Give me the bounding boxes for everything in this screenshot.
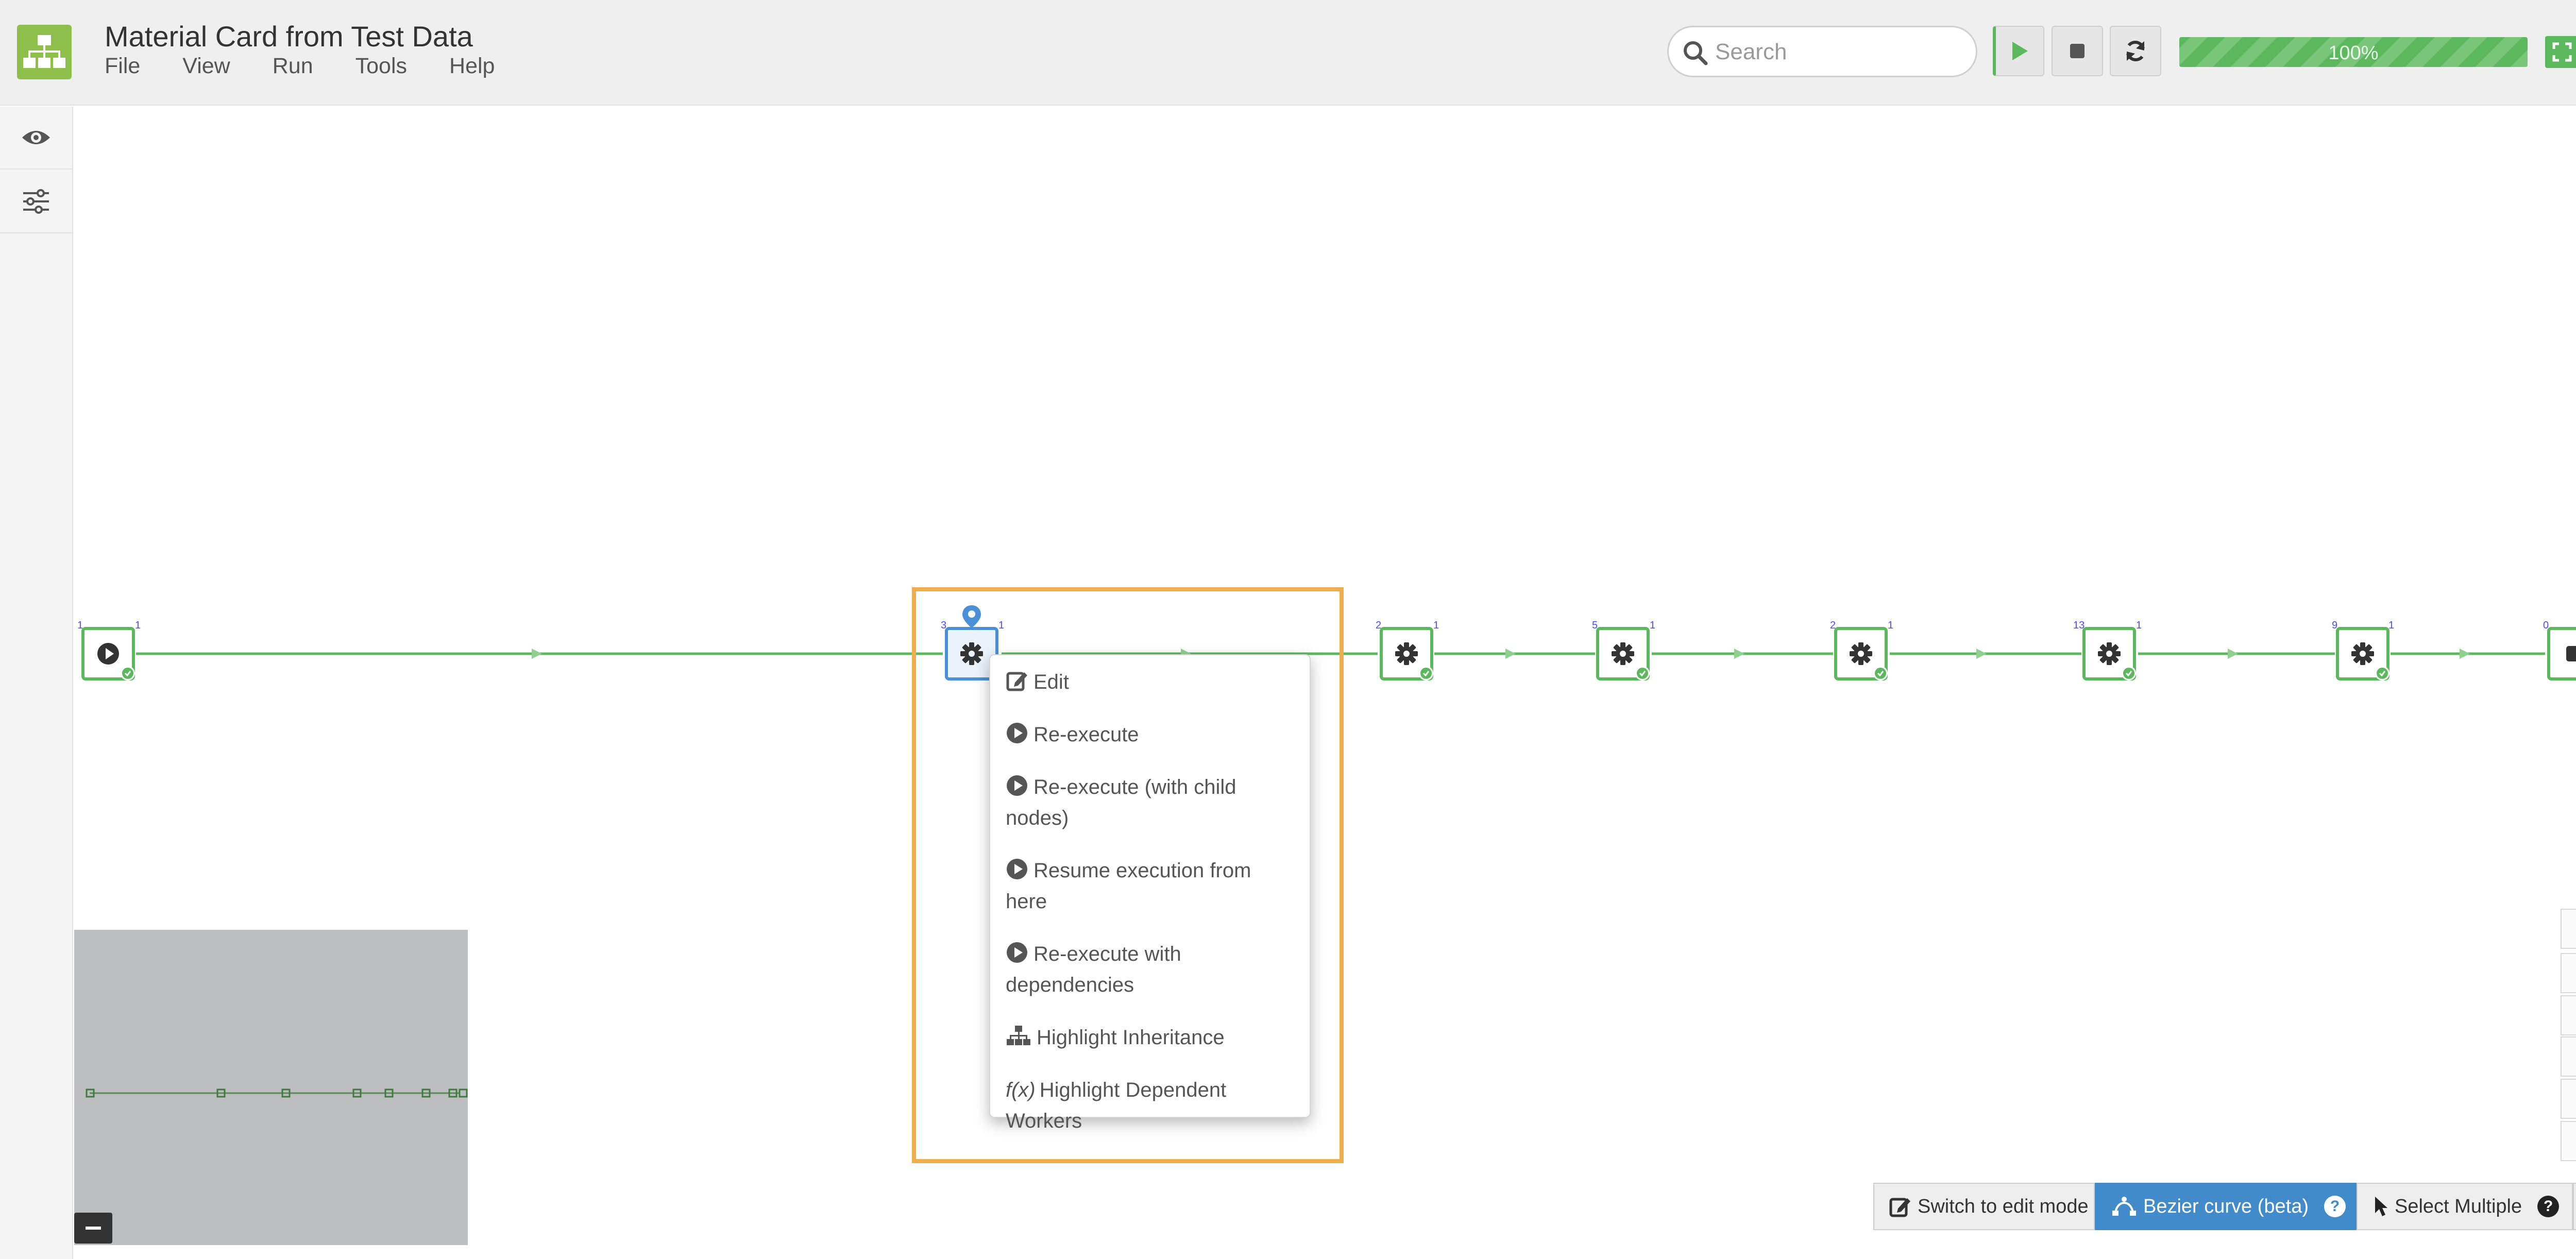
stop-icon bbox=[2566, 646, 2576, 661]
node-input-count: 2 bbox=[1830, 620, 1836, 631]
expand-icon bbox=[2552, 42, 2572, 62]
minus-icon bbox=[86, 1227, 101, 1230]
pin-tool-button[interactable] bbox=[2561, 995, 2576, 1035]
worker-node[interactable] bbox=[1834, 627, 1888, 680]
node-output-count: 1 bbox=[1433, 620, 1439, 631]
node-input-count: 13 bbox=[2073, 620, 2085, 631]
expand-toolbar-button[interactable] bbox=[2573, 1183, 2576, 1230]
menu-help[interactable]: Help bbox=[449, 54, 495, 79]
gear-icon bbox=[2351, 642, 2374, 665]
play-circle-icon bbox=[1007, 859, 1027, 879]
select-multiple-button[interactable]: Select Multiple ? bbox=[2357, 1183, 2573, 1230]
context-menu-highlight-inheritance[interactable]: Highlight Inheritance bbox=[990, 1022, 1310, 1053]
menu-run[interactable]: Run bbox=[273, 54, 313, 79]
gear-icon bbox=[1612, 642, 1634, 665]
app-title: Material Card from Test Data bbox=[105, 20, 473, 53]
settings-toggle-button[interactable] bbox=[0, 171, 72, 233]
minimap-preview bbox=[86, 1088, 468, 1098]
worker-node[interactable] bbox=[2336, 627, 2389, 680]
check-icon bbox=[2122, 666, 2136, 680]
play-circle-icon bbox=[97, 643, 119, 665]
context-menu-re-execute-dependencies[interactable]: Re-execute with dependencies bbox=[990, 939, 1310, 1000]
node-output-count: 1 bbox=[2388, 620, 2395, 631]
play-circle-icon bbox=[1007, 942, 1027, 963]
bezier-curve-toggle[interactable]: Bezier curve (beta) ? bbox=[2095, 1183, 2357, 1230]
check-icon bbox=[1873, 666, 1888, 680]
fx-icon: f(x) bbox=[1006, 1079, 1036, 1101]
refresh-button[interactable] bbox=[2110, 26, 2161, 76]
header-bar: Material Card from Test Data File View R… bbox=[0, 0, 2576, 106]
refresh-icon bbox=[2126, 41, 2145, 61]
keyboard-tool-button[interactable] bbox=[2561, 1079, 2576, 1119]
worker-node[interactable] bbox=[1380, 627, 1433, 680]
progress-label: 100% bbox=[2328, 42, 2379, 64]
run-button[interactable] bbox=[1993, 26, 2044, 76]
app-logo[interactable] bbox=[17, 25, 72, 79]
sitemap-icon bbox=[23, 35, 65, 68]
node-output-count: 1 bbox=[1650, 620, 1656, 631]
left-sidebar bbox=[0, 107, 73, 1259]
view-toggle-button[interactable] bbox=[0, 107, 72, 169]
minimap[interactable] bbox=[74, 930, 468, 1245]
node-input-count: 2 bbox=[1376, 620, 1382, 631]
comment-tool-button[interactable] bbox=[2561, 1121, 2576, 1161]
check-icon bbox=[2375, 666, 2389, 680]
gear-icon bbox=[1850, 642, 1872, 665]
eye-icon bbox=[22, 131, 50, 144]
check-icon bbox=[1419, 666, 1433, 680]
worker-node[interactable] bbox=[2082, 627, 2136, 680]
bezier-curve-icon bbox=[2112, 1197, 2136, 1216]
play-icon bbox=[2012, 42, 2028, 60]
node-input-count: 5 bbox=[1592, 620, 1598, 631]
context-menu-re-execute[interactable]: Re-execute bbox=[990, 719, 1310, 750]
progress-bar: 100% bbox=[2179, 37, 2528, 67]
gear-icon bbox=[2098, 642, 2121, 665]
stop-button[interactable] bbox=[2052, 26, 2103, 76]
play-circle-icon bbox=[1007, 723, 1027, 743]
node-output-count: 1 bbox=[1888, 620, 1894, 631]
end-node[interactable] bbox=[2547, 627, 2576, 680]
fullscreen-button[interactable] bbox=[2545, 36, 2576, 68]
collapse-minimap-button[interactable] bbox=[74, 1213, 112, 1244]
menu-bar: File View Run Tools Help bbox=[105, 54, 537, 79]
node-output-count: 1 bbox=[2136, 620, 2142, 631]
context-menu-highlight-dependent-workers[interactable]: f(x) Highlight Dependent Workers bbox=[990, 1075, 1310, 1136]
sitemap-icon bbox=[1007, 1026, 1030, 1045]
search-box[interactable] bbox=[1667, 26, 1977, 77]
sliders-icon bbox=[23, 189, 49, 214]
node-input-count: 0 bbox=[2543, 620, 2549, 631]
edit-icon bbox=[1889, 1198, 1910, 1217]
clipboard-tool-button[interactable] bbox=[2561, 1036, 2576, 1077]
node-input-count: 9 bbox=[2332, 620, 2338, 631]
bezier-help-icon[interactable]: ? bbox=[2324, 1196, 2346, 1217]
stop-icon bbox=[2070, 44, 2084, 58]
node-output-count: 1 bbox=[135, 620, 141, 631]
context-menu-edit[interactable]: Edit bbox=[990, 667, 1310, 697]
check-icon bbox=[1635, 666, 1650, 680]
start-node[interactable] bbox=[81, 627, 135, 680]
context-menu-resume-execution[interactable]: Resume execution from here bbox=[990, 855, 1310, 917]
stop-tool-button[interactable] bbox=[2561, 909, 2576, 949]
menu-tools[interactable]: Tools bbox=[355, 54, 407, 79]
menu-view[interactable]: View bbox=[182, 54, 230, 79]
menu-file[interactable]: File bbox=[105, 54, 140, 79]
select-multiple-help-icon[interactable]: ? bbox=[2537, 1196, 2560, 1217]
search-icon bbox=[1684, 41, 1708, 65]
edit-icon bbox=[1006, 672, 1027, 691]
gear-icon bbox=[1395, 642, 1418, 665]
node-input-count: 1 bbox=[77, 620, 83, 631]
check-icon bbox=[121, 666, 135, 680]
context-menu-re-execute-children[interactable]: Re-execute (with child nodes) bbox=[990, 772, 1310, 833]
play-circle-icon bbox=[1007, 775, 1027, 796]
home-tool-button[interactable] bbox=[2561, 953, 2576, 993]
switch-edit-mode-button[interactable]: Switch to edit mode bbox=[1873, 1183, 2095, 1230]
cursor-icon bbox=[2375, 1197, 2387, 1216]
node-context-menu: Edit Re-execute Re-execute (with child n… bbox=[989, 654, 1311, 1132]
worker-node[interactable] bbox=[1596, 627, 1650, 680]
search-input[interactable] bbox=[1715, 37, 1962, 67]
